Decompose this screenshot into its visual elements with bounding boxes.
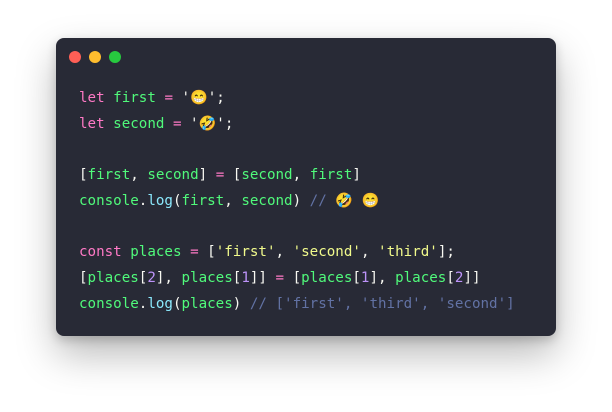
code-token-kw: const	[79, 244, 122, 261]
code-token-punc: ]]	[249, 269, 276, 286]
code-token-punc: )	[232, 295, 250, 312]
code-token-punc: ';	[216, 115, 234, 132]
code-token-str: 😁	[190, 90, 208, 106]
code-token-var: places	[87, 269, 139, 286]
code-token-fn: log	[147, 295, 173, 312]
code-token-punc	[182, 244, 191, 260]
code-token-var: places	[181, 269, 233, 286]
code-token-punc: [	[352, 269, 361, 286]
code-token-punc	[105, 90, 114, 106]
code-token-var: places	[130, 244, 182, 261]
code-window: let first = '😁'; let second = '🤣'; [first,…	[56, 38, 556, 336]
code-line: let first = '😁';	[79, 86, 515, 112]
code-token-punc	[105, 116, 114, 132]
code-token-var: first	[309, 167, 353, 184]
code-token-var: first	[87, 167, 131, 184]
code-token-punc: (	[172, 295, 182, 312]
code-token-var: places	[395, 269, 447, 286]
code-token-fn: log	[147, 192, 173, 209]
code-token-var: second	[113, 115, 165, 132]
code-token-str: 'third'	[378, 244, 438, 261]
code-token-punc: ,	[224, 192, 242, 209]
code-token-kw: let	[79, 115, 105, 132]
code-token-punc: '	[172, 90, 191, 106]
code-token-op: =	[190, 244, 199, 261]
code-block: let first = '😁'; let second = '🤣'; [first,…	[79, 86, 515, 317]
code-token-str: 'first'	[215, 244, 276, 261]
minimize-dot[interactable]	[89, 51, 101, 63]
code-token-punc: ];	[437, 244, 455, 261]
code-token-punc: [	[198, 244, 216, 261]
code-token-punc: ';	[207, 90, 225, 106]
code-token-punc: [	[224, 167, 242, 184]
close-dot[interactable]	[69, 51, 81, 63]
code-token-punc: ]]	[463, 269, 481, 286]
code-token-punc: ,	[360, 244, 379, 261]
code-token-punc: ]	[352, 167, 361, 184]
code-token-punc: ,	[275, 244, 293, 261]
code-token-var: second	[147, 167, 199, 184]
code-token-var: places	[181, 295, 233, 312]
code-token-var: first	[181, 192, 225, 209]
code-line: console.log(places) // ['first', 'third'…	[79, 292, 515, 318]
code-line: console.log(first, second) // 🤣 😁	[79, 189, 515, 215]
code-token-punc: '	[181, 115, 199, 132]
code-token-cmt: // ['first', 'third', 'second']	[249, 295, 515, 312]
code-token-punc: ,	[130, 167, 148, 184]
code-token-num: 1	[241, 269, 250, 286]
code-token-punc: ,	[292, 167, 310, 184]
code-token-var: second	[241, 192, 293, 209]
code-token-punc: [	[79, 269, 88, 286]
code-token-punc: (	[172, 192, 182, 209]
code-token-punc: )	[292, 192, 310, 209]
code-token-punc	[164, 116, 173, 132]
code-token-str: 🤣	[198, 115, 217, 132]
code-token-var: console	[79, 192, 139, 209]
code-token-punc: [	[284, 269, 302, 286]
code-token-num: 2	[147, 269, 156, 286]
code-line: [places[2], places[1]] = [places[1], pla…	[79, 266, 515, 292]
code-token-cmt: // 🤣 😁	[309, 192, 380, 209]
code-token-kw: let	[79, 90, 105, 106]
window-controls	[69, 51, 121, 63]
code-token-punc	[122, 244, 131, 260]
code-token-punc: [	[446, 269, 455, 286]
code-token-var: first	[113, 90, 156, 106]
code-token-op: =	[215, 167, 225, 184]
code-line: [first, second] = [second, first]	[79, 163, 515, 189]
code-token-var: places	[301, 269, 353, 286]
code-line: const places = ['first', 'second', 'thir…	[79, 240, 515, 266]
code-line: let second = '🤣';	[79, 112, 515, 138]
code-token-var: second	[241, 167, 293, 184]
code-token-punc: ],	[369, 269, 396, 286]
code-token-punc: [	[79, 167, 88, 184]
code-token-op: =	[275, 269, 285, 286]
code-token-punc: ]	[198, 167, 216, 184]
code-token-str: 'second'	[292, 244, 361, 261]
zoom-dot[interactable]	[109, 51, 121, 63]
code-token-punc: ],	[155, 269, 182, 286]
code-token-var: console	[79, 295, 139, 312]
code-token-op: =	[172, 115, 182, 132]
code-token-op: =	[164, 90, 173, 106]
